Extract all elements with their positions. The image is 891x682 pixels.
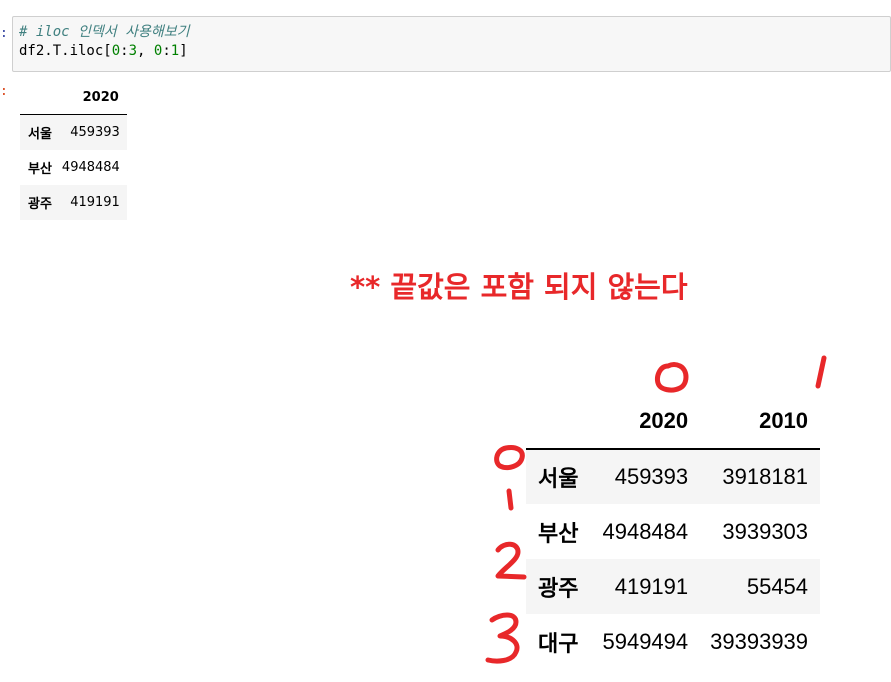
table-row: 광주 419191 (20, 184, 127, 220)
reference-dataframe: 2020 2010 서울 459393 3918181 부산 4948484 3… (526, 378, 821, 669)
row-index: 서울 (28, 126, 52, 142)
column-header: 2020 (57, 80, 127, 115)
table-row: 서울 459393 (20, 114, 127, 150)
header-row: 2020 2010 (526, 378, 821, 450)
table-row: 광주 419191 55454 (526, 559, 821, 614)
code-line: df2.T.iloc[0:3, 0:1] (19, 42, 890, 61)
table-cell: 3918181 (722, 464, 809, 489)
table-row: 부산 4948484 (20, 150, 127, 185)
row-index: 광주 (538, 575, 579, 601)
output-dataframe: 2020 서울 459393 부산 4948484 광주 419191 (20, 80, 127, 220)
table-cell: 4948484 (602, 518, 689, 544)
row-index: 부산 (28, 161, 52, 177)
table-cell: 39393939 (710, 628, 809, 654)
index-header (20, 80, 58, 115)
table-cell: 419191 (614, 573, 689, 599)
header-row: 2020 (20, 80, 127, 115)
code-number: 3 (128, 43, 138, 59)
table-row: 대구 5949494 39393939 (526, 614, 820, 669)
table-cell: 459393 (70, 124, 120, 140)
output-prompt: : (0, 84, 8, 99)
column-header: 2020 (592, 378, 701, 450)
table-cell: 4948484 (61, 159, 120, 175)
row-index: 부산 (538, 520, 579, 546)
table-cell: 55454 (746, 573, 809, 599)
input-prompt: : (0, 26, 8, 41)
code-comma: , (137, 43, 154, 59)
handwritten-one-row (506, 488, 514, 511)
code-cell[interactable]: # iloc 인덱서 사용해보기 df2.T.iloc[0:3, 0:1] (12, 16, 891, 72)
handwritten-zero-row (494, 445, 525, 471)
annotation-note: ** 끝값은 포함 되지 않는다 (350, 270, 688, 304)
table-cell: 459393 (614, 464, 689, 489)
table-cell: 419191 (70, 194, 120, 210)
code-comment: # iloc 인덱서 사용해보기 (19, 24, 190, 40)
handwritten-three-row (485, 612, 520, 664)
code-prefix: df2.T.iloc[ (19, 43, 112, 59)
index-header (526, 378, 593, 450)
table-row: 서울 459393 3918181 (526, 449, 821, 504)
table-row: 부산 4948484 3939303 (526, 504, 820, 559)
row-index: 서울 (538, 466, 579, 491)
code-number: 1 (170, 43, 180, 59)
row-index: 광주 (28, 196, 52, 212)
table-cell: 3939303 (722, 518, 809, 544)
code-colon: : (120, 43, 129, 59)
handwritten-two-row (495, 541, 527, 580)
code-number: 0 (111, 43, 121, 59)
code-suffix: ] (179, 43, 188, 59)
table-cell: 5949494 (602, 628, 689, 654)
column-header: 2010 (700, 378, 821, 450)
row-index: 대구 (538, 630, 579, 656)
code-colon: : (162, 43, 171, 59)
